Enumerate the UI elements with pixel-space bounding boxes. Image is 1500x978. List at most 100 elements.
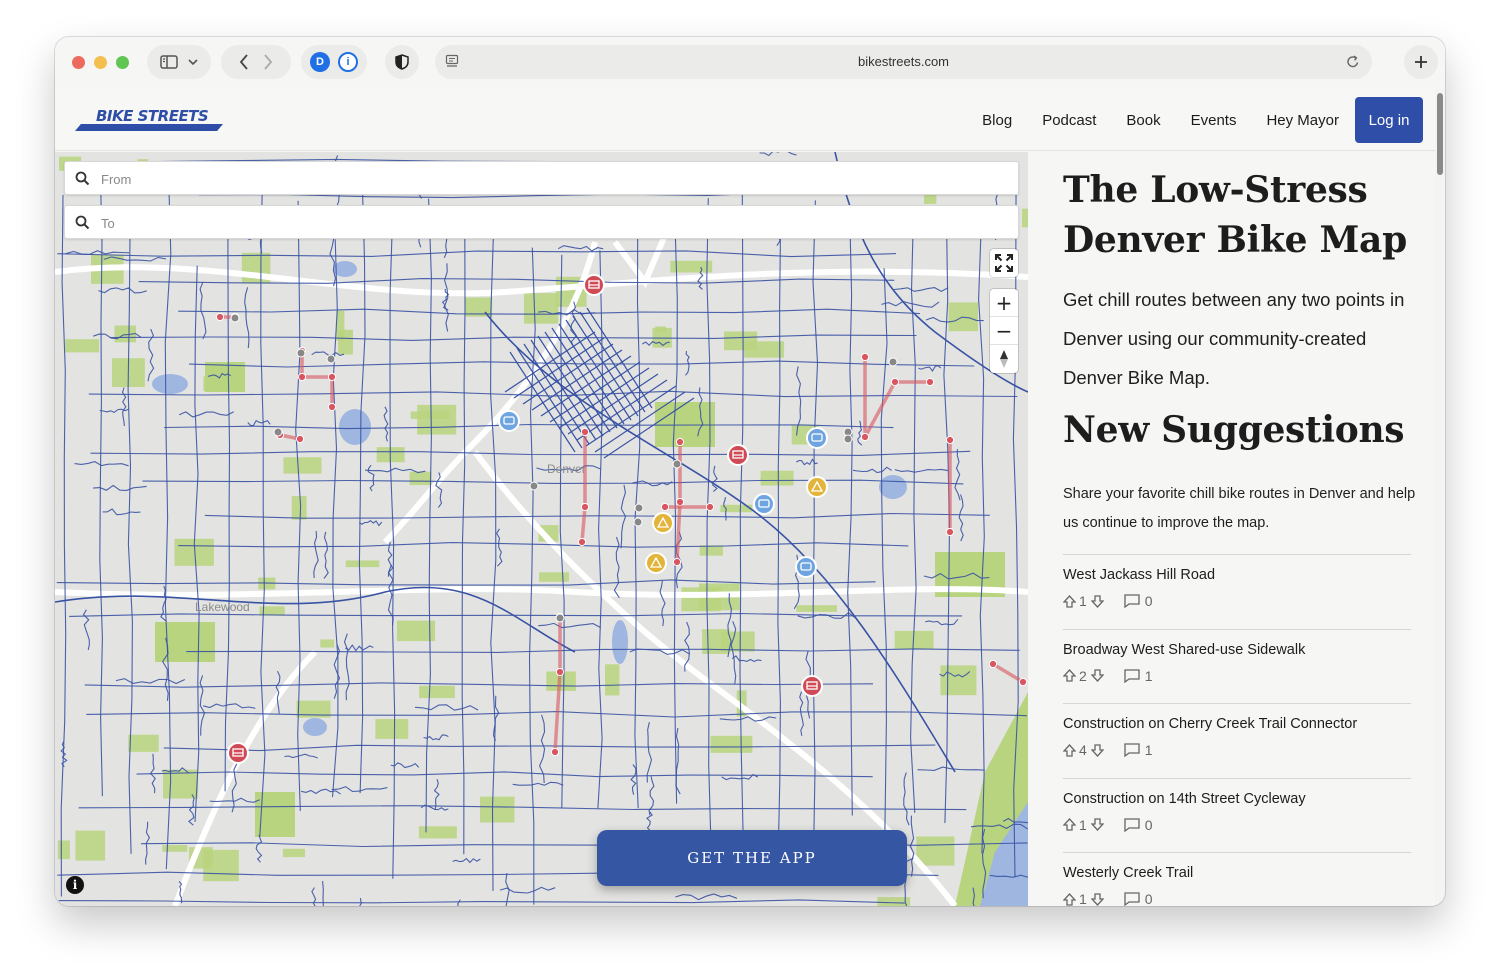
route-node <box>660 502 670 512</box>
privacy-shield-button[interactable] <box>385 45 419 79</box>
park-area <box>710 735 753 753</box>
bike-road <box>857 420 863 446</box>
bike-road <box>675 893 738 901</box>
back-arrow-icon[interactable] <box>239 54 249 70</box>
address-bar[interactable]: bikestreets.com <box>435 45 1372 79</box>
password-manager-icon[interactable]: i <box>338 52 358 72</box>
bike-road <box>433 779 440 810</box>
info-node <box>634 503 644 513</box>
compass-button[interactable] <box>990 345 1018 373</box>
park-area <box>163 769 199 799</box>
bike-road <box>164 423 894 430</box>
comment-icon[interactable] <box>1124 817 1140 832</box>
bike-road <box>74 461 129 467</box>
route-node <box>555 667 565 677</box>
map-canvas[interactable] <box>55 152 1028 906</box>
suggestion-title[interactable]: Broadway West Shared-use Sidewalk <box>1063 642 1411 658</box>
sidebar-toggle-button[interactable] <box>147 45 211 79</box>
map-label-denver: Denver <box>547 462 586 476</box>
bike-road <box>461 229 466 855</box>
suggestion-title[interactable]: Construction on Cherry Creek Trail Conne… <box>1063 716 1411 732</box>
bike-road <box>880 268 888 872</box>
park-area <box>417 404 457 435</box>
nav-link-hey-mayor[interactable]: Hey Mayor <box>1266 112 1339 129</box>
park-area <box>699 545 723 556</box>
new-tab-button[interactable] <box>1404 45 1438 79</box>
bike-road <box>56 579 876 586</box>
upvote-icon[interactable] <box>1063 743 1076 757</box>
suggestion-item[interactable]: West Jackass Hill Road 1 0 <box>1063 554 1411 629</box>
comment-icon[interactable] <box>1124 892 1140 906</box>
scrollbar-thumb[interactable] <box>1437 93 1443 175</box>
get-the-app-button[interactable]: GET THE APP <box>597 830 907 886</box>
bike-road <box>954 449 961 501</box>
downvote-icon[interactable] <box>1090 818 1104 831</box>
to-input[interactable] <box>101 212 1001 234</box>
close-window-button[interactable] <box>72 56 85 69</box>
upvote-icon[interactable] <box>1063 594 1076 608</box>
comment-icon[interactable] <box>1124 668 1140 683</box>
fullscreen-button[interactable] <box>990 249 1018 277</box>
suggestion-item[interactable]: Westerly Creek Trail 1 0 <box>1063 852 1411 906</box>
warning-marker <box>806 476 828 498</box>
login-button[interactable]: Log in <box>1355 97 1423 143</box>
bike-road <box>910 216 917 813</box>
suggestion-item[interactable]: Construction on 14th Street Cycleway 1 0 <box>1063 777 1411 853</box>
bike-road <box>284 753 318 759</box>
forward-arrow-icon[interactable] <box>263 54 273 70</box>
upvote-icon[interactable] <box>1063 892 1076 906</box>
bike-road <box>893 287 949 293</box>
warning-marker-disc <box>645 552 667 574</box>
from-input[interactable] <box>101 168 1001 190</box>
page-scrollbar[interactable] <box>1435 89 1445 906</box>
bike-streets-logo[interactable]: BIKE STREETS <box>75 107 225 131</box>
nav-link-book[interactable]: Book <box>1126 112 1160 129</box>
downvote-icon[interactable] <box>1090 892 1104 906</box>
zoom-window-button[interactable] <box>116 56 129 69</box>
vote-count: 1 <box>1079 593 1087 609</box>
bike-road <box>358 520 383 527</box>
zoom-out-button[interactable]: − <box>990 317 1018 345</box>
closure-marker <box>801 675 823 697</box>
bike-road <box>359 898 362 906</box>
attribution-info-button[interactable]: i <box>66 876 84 894</box>
route-node <box>580 427 590 437</box>
nav-link-events[interactable]: Events <box>1191 112 1237 129</box>
suggestions-intro: Share your favorite chill bike routes in… <box>1063 486 1416 531</box>
route-node <box>327 372 337 382</box>
comment-count: 1 <box>1144 742 1153 758</box>
comment-marker <box>498 410 520 432</box>
bike-road <box>812 200 819 852</box>
downvote-icon[interactable] <box>1090 669 1104 682</box>
zoom-in-button[interactable]: + <box>990 289 1018 317</box>
upvote-icon[interactable] <box>1063 818 1076 831</box>
nav-link-podcast[interactable]: Podcast <box>1042 112 1096 129</box>
suggestion-item[interactable]: Broadway West Shared-use Sidewalk 2 1 <box>1063 628 1411 704</box>
park-area <box>162 844 188 852</box>
route-node <box>890 377 900 387</box>
nav-link-blog[interactable]: Blog <box>982 112 1012 129</box>
comment-marker-disc <box>795 556 817 578</box>
bike-map[interactable]: Denver Lakewood + − i GET THE APP <box>55 152 1028 906</box>
lake <box>879 475 907 499</box>
extension-d-icon[interactable]: D <box>310 52 330 72</box>
comment-icon[interactable] <box>1124 743 1140 757</box>
suggestion-title[interactable]: West Jackass Hill Road <box>1063 567 1411 583</box>
park-area <box>205 362 245 392</box>
downvote-icon[interactable] <box>1090 594 1104 608</box>
reload-icon[interactable] <box>1346 54 1360 69</box>
route-node <box>327 402 337 412</box>
upvote-icon[interactable] <box>1063 669 1076 682</box>
bike-road <box>224 237 231 792</box>
minimize-window-button[interactable] <box>94 56 107 69</box>
comment-icon[interactable] <box>1124 594 1140 608</box>
route-node <box>860 352 870 362</box>
suggestion-title[interactable]: Westerly Creek Trail <box>1063 865 1411 881</box>
suggestion-item[interactable]: Construction on Cherry Creek Trail Conne… <box>1063 703 1411 778</box>
search-icon <box>75 215 90 230</box>
downvote-icon[interactable] <box>1090 743 1104 757</box>
bike-road <box>178 542 909 548</box>
suggestion-title[interactable]: Construction on 14th Street Cycleway <box>1063 791 1411 807</box>
info-node <box>230 313 240 323</box>
bike-road <box>731 655 762 663</box>
